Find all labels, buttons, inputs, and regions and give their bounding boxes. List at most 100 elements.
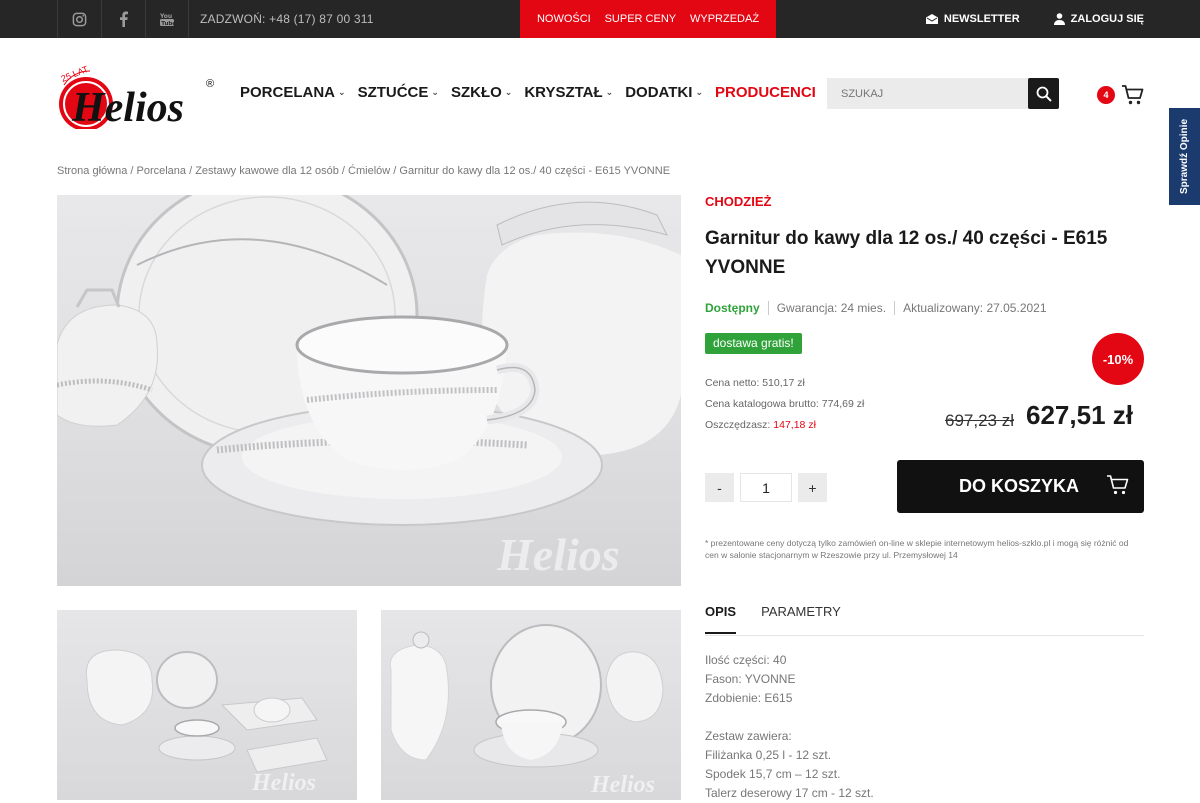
nav-item-porcelana[interactable]: PORCELANA ⌄: [240, 84, 346, 101]
logo-text: Helios: [71, 85, 184, 129]
product-description: Ilość części: 40 Fason: YVONNE Zdobienie…: [705, 651, 874, 803]
nav-label: KRYSZTAŁ: [524, 84, 603, 101]
facebook-link[interactable]: [101, 0, 145, 38]
description-line: Ilość części: 40: [705, 653, 787, 667]
quantity-stepper: - +: [705, 473, 827, 502]
meta-divider: [894, 301, 896, 315]
nav-item-dodatki[interactable]: DODATKI ⌄: [625, 84, 703, 101]
quantity-decrease-button[interactable]: -: [705, 473, 734, 502]
promo-links: NOWOŚCI SUPER CENY WYPRZEDAŻ: [520, 0, 776, 38]
net-price: Cena netto: 510,17 zł: [705, 377, 805, 389]
product-main-image[interactable]: Helios: [57, 195, 681, 586]
tabs-divider: [705, 635, 1144, 636]
product-thumbnail-2[interactable]: Helios: [381, 610, 681, 800]
description-line: Zestaw zawiera:: [705, 729, 792, 743]
nav-label: PRODUCENCI: [714, 84, 816, 101]
savings-value: 147,18 zł: [773, 419, 816, 431]
cart-count-badge: 4: [1097, 86, 1115, 104]
chevron-down-icon: ⌄: [338, 87, 346, 97]
price-details: Cena netto: 510,17 zł Cena katalogowa br…: [705, 373, 864, 436]
search-input[interactable]: [827, 78, 1027, 109]
chevron-down-icon: ⌄: [605, 87, 614, 97]
helios-logo-graphic: 25 LAT Helios ®: [59, 64, 214, 131]
product-brand-link[interactable]: CHODZIEŻ: [705, 194, 771, 209]
login-link[interactable]: ZALOGUJ SIĘ: [1053, 13, 1144, 25]
warranty-info: Gwarancja: 24 mies.: [776, 301, 887, 315]
meta-divider: [767, 301, 769, 315]
nav-label: DODATKI: [625, 84, 693, 101]
instagram-icon: [72, 12, 87, 26]
watermark-text: Helios: [251, 770, 316, 796]
old-price: 697,23 zł: [945, 411, 1014, 430]
watermark-text: Helios: [496, 529, 620, 580]
youtube-link[interactable]: You Tube: [145, 0, 189, 38]
catalog-price: Cena katalogowa brutto: 774,69 zł: [705, 398, 865, 410]
cart-icon: [1107, 475, 1129, 495]
nav-item-szklo[interactable]: SZKŁO ⌄: [451, 84, 512, 101]
product-photo: Helios: [57, 195, 681, 580]
savings-label: Oszczędzasz:: [705, 419, 771, 431]
instagram-link[interactable]: [57, 0, 101, 38]
reviews-side-tab[interactable]: Sprawdź Opinie: [1169, 108, 1200, 205]
nav-label: SZTUĆCE: [357, 84, 429, 101]
facebook-icon: [120, 11, 128, 27]
newsletter-link[interactable]: NEWSLETTER: [925, 13, 1020, 25]
cart-icon: [1122, 85, 1144, 105]
product-tabs: OPIS PARAMETRY: [705, 604, 841, 634]
description-line: Filiżanka 0,25 l - 12 szt.: [705, 748, 832, 762]
svg-text:You: You: [159, 13, 172, 20]
watermark-text: Helios: [590, 772, 655, 798]
search-button[interactable]: [1028, 78, 1059, 109]
helios-logo[interactable]: 25 LAT Helios ®: [56, 64, 218, 131]
chevron-down-icon: ⌄: [695, 87, 703, 97]
nav-item-krysztal[interactable]: KRYSZTAŁ ⌄: [524, 84, 613, 101]
site-header: 25 LAT Helios ® PORCELANA ⌄ SZTUĆCE ⌄ SZKŁ…: [0, 38, 1200, 148]
social-links: You Tube: [57, 0, 189, 38]
login-label: ZALOGUJ SIĘ: [1070, 13, 1144, 25]
description-line: Fason: YVONNE: [705, 672, 796, 686]
cart-button[interactable]: 4: [1097, 84, 1147, 110]
breadcrumb: Strona główna / Porcelana / Zestawy kawo…: [57, 165, 671, 177]
discount-badge: -10%: [1092, 333, 1144, 385]
main-nav: PORCELANA ⌄ SZTUĆCE ⌄ SZKŁO ⌄ KRYSZTAŁ ⌄ DOD…: [240, 84, 816, 101]
quantity-input[interactable]: [740, 473, 792, 502]
savings-row: Oszczędzasz: 147,18 zł: [705, 415, 864, 436]
nav-label: SZKŁO: [450, 84, 502, 101]
description-line: Spodek 15,7 cm – 12 szt.: [705, 767, 841, 781]
current-price: 627,51 zł: [1026, 400, 1133, 430]
quantity-increase-button[interactable]: +: [798, 473, 827, 502]
chevron-down-icon: ⌄: [431, 87, 439, 97]
tab-opis[interactable]: OPIS: [705, 604, 737, 634]
product-title: Garnitur do kawy dla 12 os./ 40 części -…: [705, 228, 1108, 278]
product-thumbnail-1[interactable]: Helios: [57, 610, 357, 800]
promo-link-super-ceny[interactable]: SUPER CENY: [605, 13, 677, 25]
description-line: Zdobienie: E615: [705, 691, 793, 705]
tab-parametry[interactable]: PARAMETRY: [761, 604, 841, 634]
availability-status: Dostępny: [705, 301, 760, 315]
promo-link-wyprzedaz[interactable]: WYPRZEDAŻ: [690, 13, 759, 25]
free-shipping-badge: dostawa gratis!: [705, 333, 802, 354]
description-line: Talerz deserowy 17 cm - 12 szt.: [705, 786, 874, 800]
promo-link-nowosci[interactable]: NOWOŚCI: [537, 13, 591, 25]
nav-label: PORCELANA: [240, 84, 336, 101]
search-box: [827, 78, 1059, 109]
youtube-icon: YouTube: [159, 13, 175, 27]
add-to-cart-label: DO KOSZYKA: [959, 476, 1080, 496]
newsletter-label: NEWSLETTER: [943, 13, 1020, 25]
svg-text:Tube: Tube: [161, 21, 175, 27]
thumbnail-photo: Helios: [85, 649, 328, 796]
user-icon: [1053, 13, 1065, 25]
chevron-down-icon: ⌄: [504, 87, 513, 97]
envelope-icon: [925, 14, 938, 24]
nav-item-producenci[interactable]: PRODUCENCI: [715, 84, 816, 101]
updated-date: Aktualizowany: 27.05.2021: [903, 301, 1047, 315]
logo-reg: ®: [206, 78, 214, 90]
price-disclaimer: * prezentowane ceny dotyczą tylko zamówi…: [705, 538, 1129, 560]
add-to-cart-button[interactable]: DO KOSZYKA: [897, 460, 1144, 513]
search-icon: [1036, 86, 1052, 102]
phone-number: ZADZWOŃ: +48 (17) 87 00 311: [200, 12, 374, 26]
nav-item-sztucce[interactable]: SZTUĆCE ⌄: [358, 84, 439, 101]
product-meta: Dostępny Gwarancja: 24 mies. Aktualizowa…: [705, 301, 1047, 315]
account-links: NEWSLETTER ZALOGUJ SIĘ: [925, 0, 1144, 38]
